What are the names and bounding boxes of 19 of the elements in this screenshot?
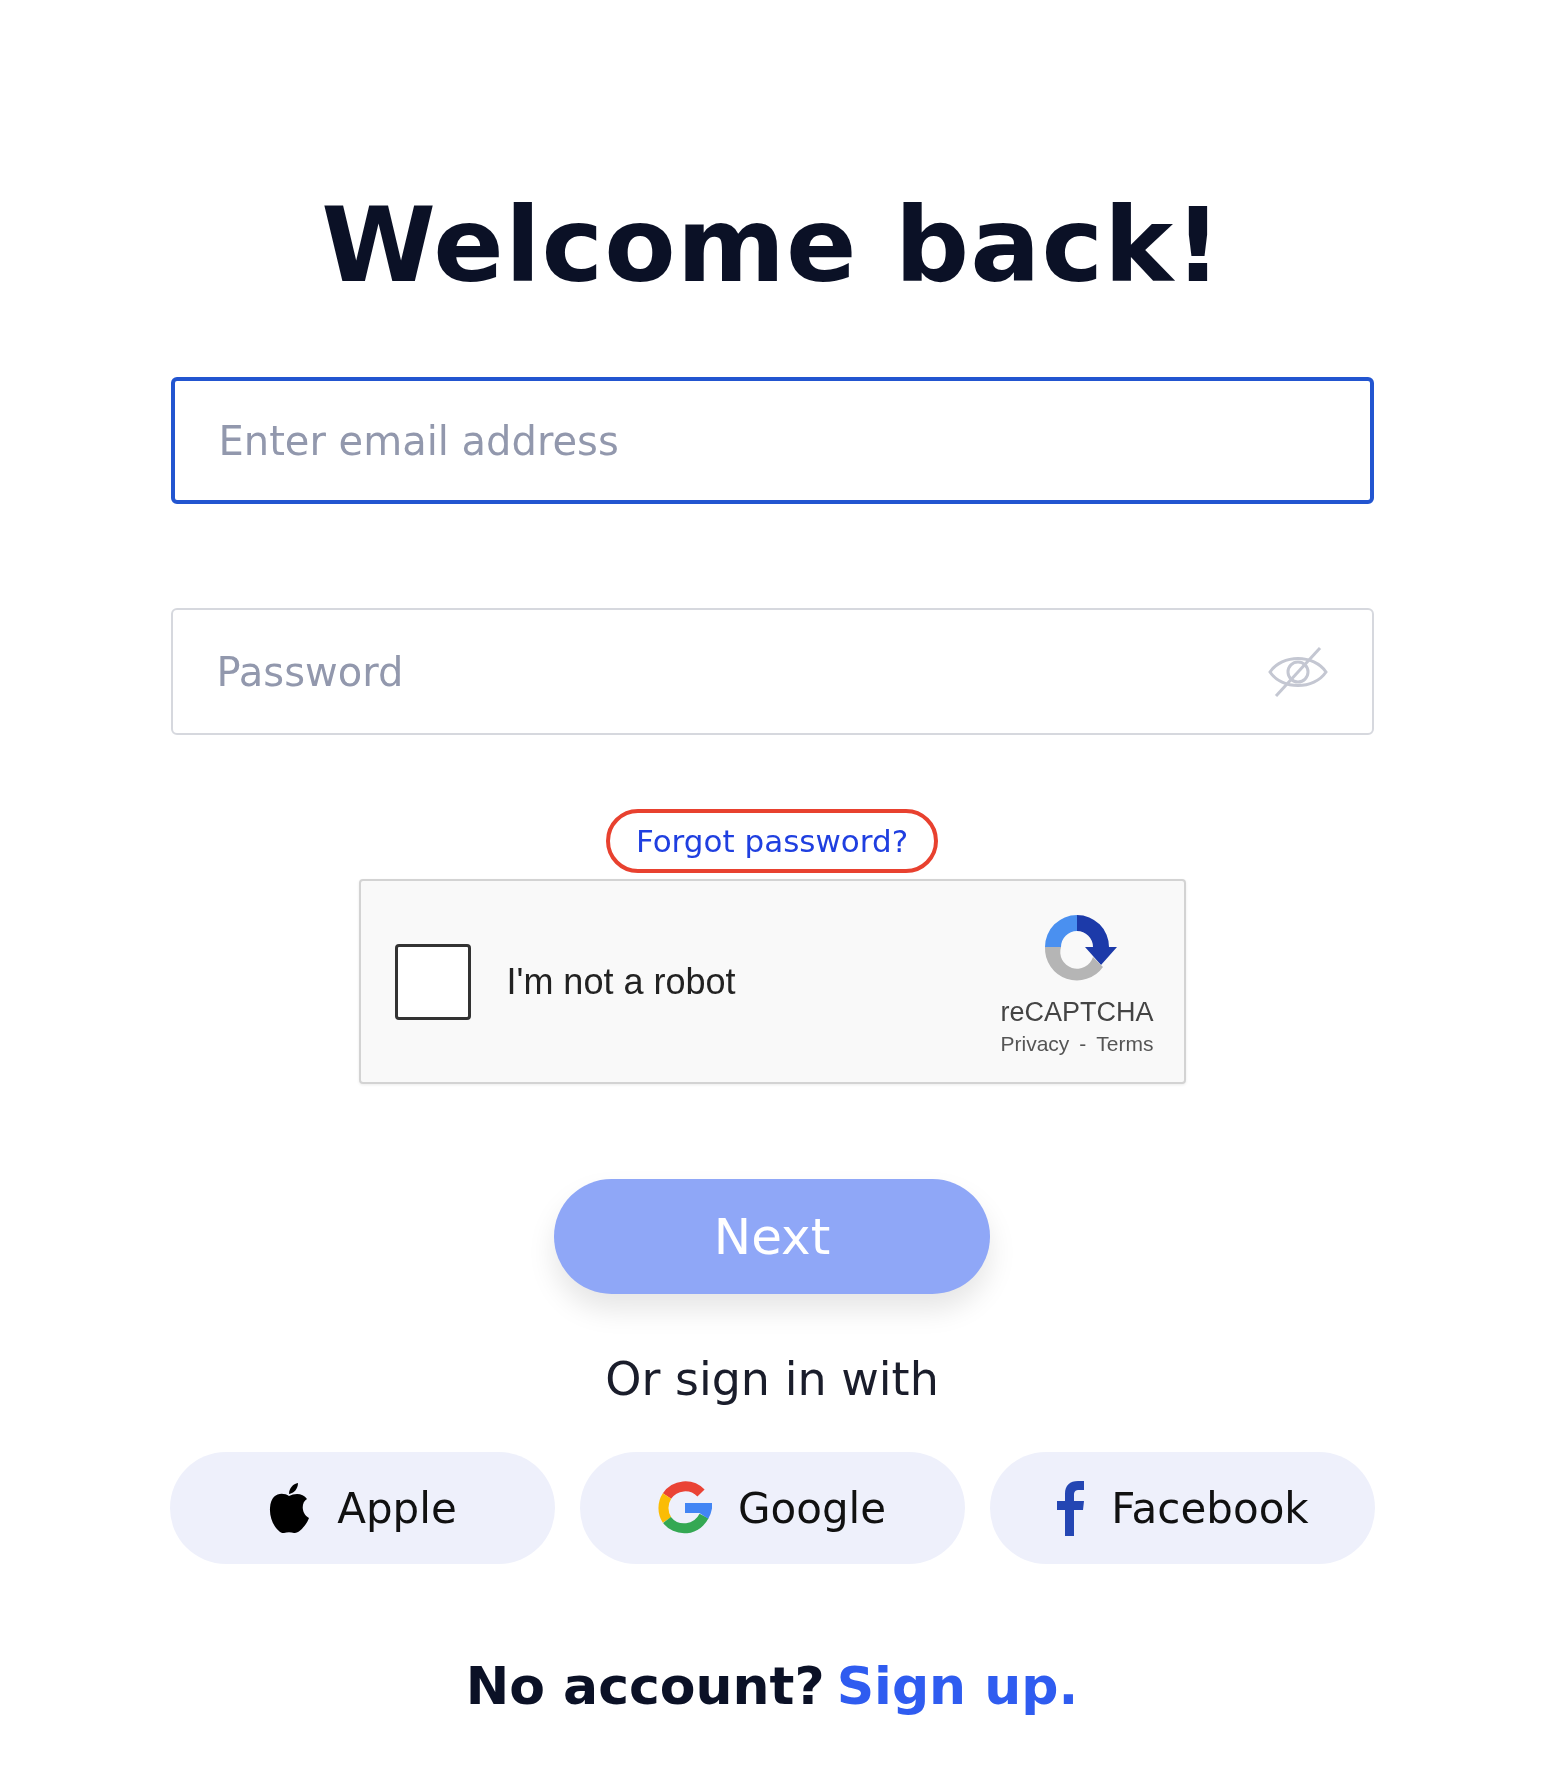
g-letter-icon	[657, 1481, 712, 1535]
f-letter-icon	[1055, 1480, 1086, 1536]
captcha-label: I'm not a robot	[506, 960, 737, 1003]
social-sign-in-button[interactable]: Google	[579, 1452, 965, 1564]
forgot-password-link[interactable]: Forgot password?	[605, 809, 939, 873]
separator: -	[1079, 1032, 1087, 1056]
captcha-checkbox[interactable]	[394, 943, 471, 1020]
email-field[interactable]: Enter email address	[170, 377, 1374, 504]
social-heading: Or sign in with	[605, 1352, 939, 1406]
privacy-link[interactable]: Privacy	[1000, 1032, 1070, 1056]
social-sign-in-button[interactable]: Apple	[169, 1452, 555, 1564]
captcha-brand: reCAPTCHA	[1000, 997, 1154, 1028]
social-sign-in-button[interactable]: Facebook	[989, 1452, 1375, 1564]
terms-link[interactable]: Terms	[1096, 1032, 1154, 1056]
password-field[interactable]: Password	[170, 608, 1374, 735]
page-title: Welcome back!	[321, 183, 1223, 308]
sign-up-link[interactable]: Sign up.	[836, 1656, 1079, 1716]
no-account-text: No account?	[465, 1656, 825, 1716]
apple-icon	[267, 1482, 312, 1534]
